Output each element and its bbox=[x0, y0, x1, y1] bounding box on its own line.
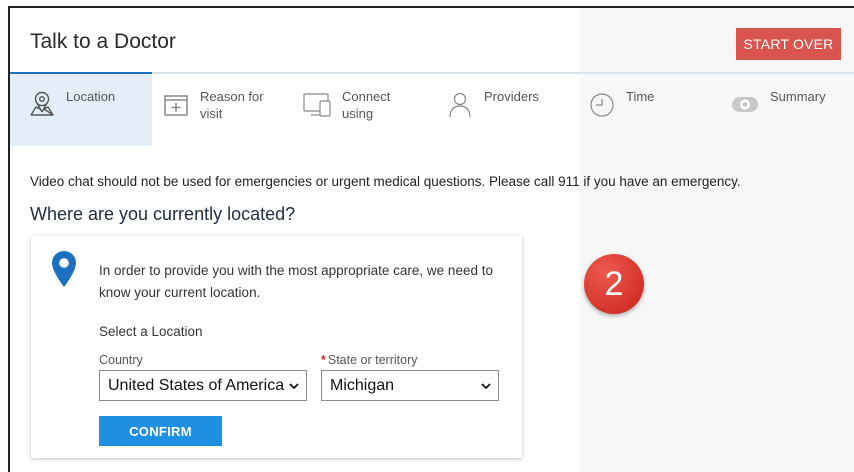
tab-summary-label: Summary bbox=[770, 89, 826, 104]
tab-time-label: Time bbox=[626, 89, 655, 104]
plus-box-icon bbox=[164, 95, 188, 116]
country-label: Country bbox=[99, 353, 143, 367]
eye-icon bbox=[732, 97, 758, 112]
state-select[interactable]: Michigan bbox=[321, 370, 499, 401]
select-location-heading: Select a Location bbox=[99, 324, 203, 339]
tab-connect-label: Connect using bbox=[342, 89, 391, 121]
header: Talk to a Doctor START OVER bbox=[10, 8, 854, 72]
tab-providers-label: Providers bbox=[484, 89, 539, 104]
state-label: * State or territory bbox=[321, 353, 418, 367]
location-question: Where are you currently located? bbox=[30, 204, 296, 224]
country-select-value: United States of America bbox=[108, 376, 285, 394]
emergency-notice: Video chat should not be used for emerge… bbox=[30, 174, 741, 189]
tab-time[interactable]: Time bbox=[588, 74, 708, 146]
start-over-button[interactable]: START OVER bbox=[736, 28, 841, 60]
app-window: Talk to a Doctor START OVER Location Rea… bbox=[8, 6, 854, 472]
location-card: In order to provide you with the most ap… bbox=[31, 236, 522, 458]
country-select[interactable]: United States of America bbox=[99, 370, 307, 401]
tab-summary[interactable]: Summary bbox=[730, 74, 854, 146]
devices-icon bbox=[303, 93, 331, 117]
tab-reason-for-visit[interactable]: Reason for visit bbox=[162, 74, 290, 146]
map-pin-icon bbox=[30, 91, 54, 116]
step-nav: Location Reason for visit Connect using bbox=[10, 72, 854, 146]
tab-connect-using[interactable]: Connect using bbox=[302, 74, 432, 146]
tab-reason-label: Reason for visit bbox=[200, 89, 264, 121]
chevron-down-icon bbox=[289, 383, 299, 390]
person-icon bbox=[449, 92, 471, 118]
clock-icon bbox=[590, 93, 614, 117]
state-label-text: State or territory bbox=[327, 353, 418, 367]
location-pin-icon bbox=[52, 251, 76, 287]
required-marker: * bbox=[321, 353, 326, 367]
state-select-value: Michigan bbox=[330, 376, 395, 394]
tab-providers[interactable]: Providers bbox=[446, 74, 578, 146]
confirm-button[interactable]: CONFIRM bbox=[99, 416, 222, 446]
step-number-badge: 2 bbox=[584, 254, 644, 314]
page-title: Talk to a Doctor bbox=[30, 30, 176, 53]
tab-location-label: Location bbox=[66, 89, 116, 104]
chevron-down-icon bbox=[481, 383, 491, 390]
location-intro-text: In order to provide you with the most ap… bbox=[99, 263, 493, 300]
tab-location[interactable]: Location bbox=[10, 74, 152, 146]
